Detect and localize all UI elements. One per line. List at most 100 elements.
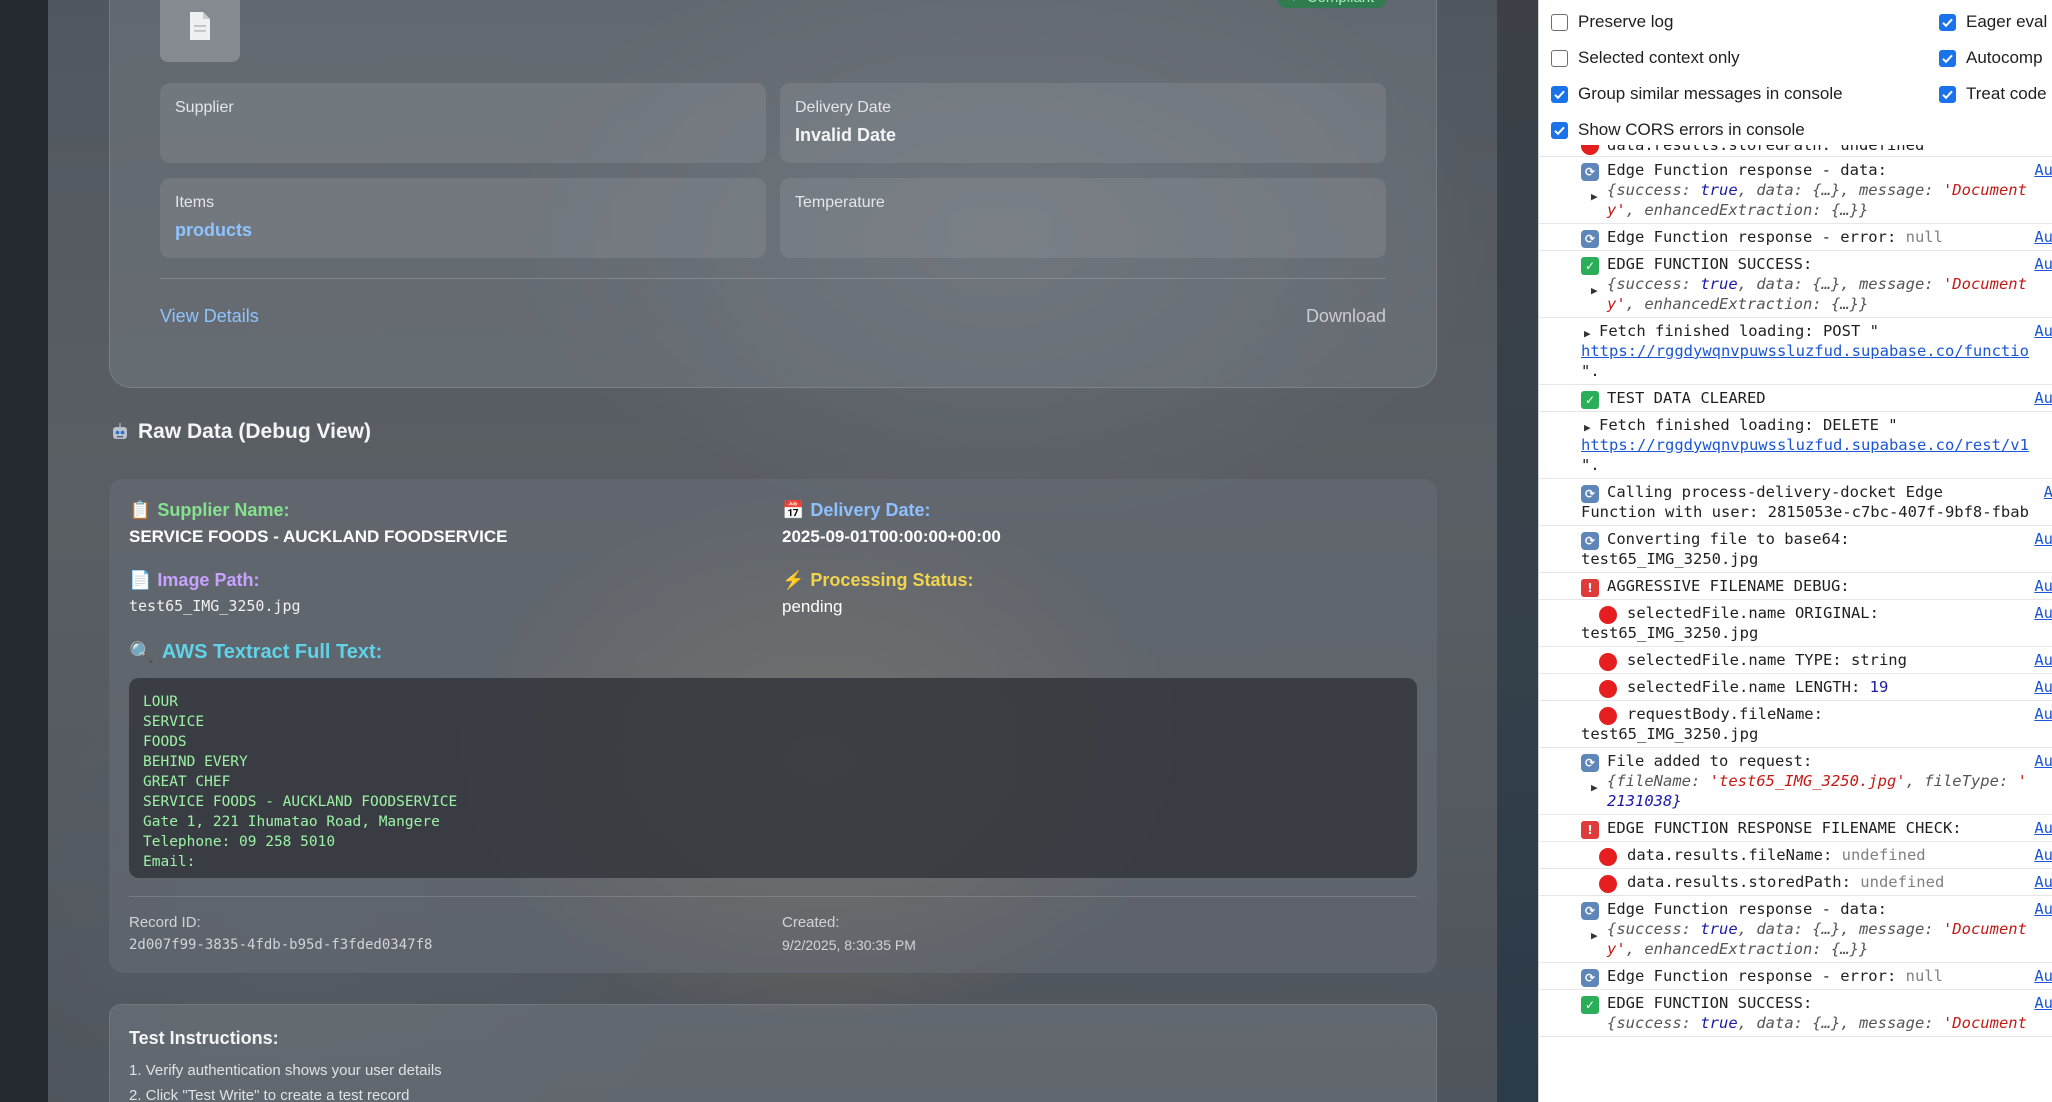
source-link[interactable]: Au <box>2032 254 2052 274</box>
console-message: ⟳ Edge Function response - data: ▶ {succ… <box>1539 157 2052 224</box>
items-field: Items products <box>160 178 766 258</box>
refresh-icon: ⟳ <box>1581 902 1599 920</box>
instructions-title: Test Instructions: <box>129 1028 279 1048</box>
console-message: requestBody.fileName: test65_IMG_3250.jp… <box>1539 701 2052 748</box>
supplier-name-label: Supplier Name: <box>157 500 290 520</box>
expand-arrow-icon[interactable]: ▶ <box>1591 281 1598 301</box>
checkbox-checked[interactable] <box>1551 85 1568 103</box>
preserve-log-checkbox[interactable]: Preserve log <box>1551 12 1673 32</box>
console-message-text: data.results.storedPath: <box>1627 873 1861 891</box>
checkbox-unchecked[interactable] <box>1551 49 1568 67</box>
group-similar-checkbox[interactable]: Group similar messages in console <box>1551 84 1843 104</box>
image-path-block: 📄 Image Path: test65_IMG_3250.jpg <box>129 570 301 615</box>
source-link[interactable]: Au <box>2032 388 2052 408</box>
selected-context-checkbox[interactable]: Selected context only <box>1551 48 1740 68</box>
source-link[interactable]: Au <box>2032 650 2052 670</box>
record-id-value: 2d007f99-3835-4fdb-b95d-f3fded0347f8 <box>129 937 433 953</box>
console-message: ⟳ Edge Function response - error: null A… <box>1539 224 2052 251</box>
supplier-field: Supplier <box>160 83 766 163</box>
source-link[interactable]: Au <box>2032 818 2052 838</box>
image-path-label: Image Path: <box>157 570 260 590</box>
console-message-text: selectedFile.name ORIGINAL: <box>1627 604 1879 622</box>
source-link[interactable]: Au <box>2032 751 2052 771</box>
expand-arrow-icon[interactable]: ▶ <box>1584 324 1591 344</box>
aws-textract-heading: 🔍 AWS Textract Full Text: <box>129 640 382 665</box>
console-message: ⟳ Converting file to base64: test65_IMG_… <box>1539 526 2052 573</box>
checkbox-unchecked[interactable] <box>1551 13 1568 31</box>
selected-context-label: Selected context only <box>1578 48 1740 67</box>
source-link[interactable]: Au <box>2032 321 2052 341</box>
refresh-icon: ⟳ <box>1581 230 1599 248</box>
source-link[interactable]: Au <box>2032 576 2052 596</box>
source-link[interactable]: Au <box>2032 845 2052 865</box>
console-settings: Preserve log Selected context only Group… <box>1539 0 2052 145</box>
group-similar-label: Group similar messages in console <box>1578 84 1843 103</box>
delivery-date-field: Delivery Date Invalid Date <box>780 83 1386 163</box>
console-message: selectedFile.name LENGTH: 19 Au <box>1539 674 2052 701</box>
textract-line: Telephone: 09 258 5010 <box>143 834 336 850</box>
source-link[interactable]: Au <box>2032 529 2052 549</box>
red-circle-icon <box>1599 680 1617 698</box>
textract-text-box[interactable]: LOUR SERVICE FOODS BEHIND EVERY GREAT CH… <box>129 678 1417 878</box>
items-label: Items <box>175 194 215 211</box>
red-circle-icon <box>1599 875 1617 893</box>
refresh-icon: ⟳ <box>1581 485 1599 503</box>
eager-eval-checkbox[interactable]: Eager eval <box>1939 12 2047 32</box>
red-circle-icon <box>1599 606 1617 624</box>
expand-arrow-icon[interactable]: ▶ <box>1584 418 1591 438</box>
download-button[interactable]: Download <box>1280 306 1386 327</box>
view-details-link[interactable]: View Details <box>160 306 259 327</box>
request-url-link[interactable]: https://rggdywqnvpuwssluzfud.supabase.co… <box>1581 341 2052 361</box>
delivery-date-label: Delivery Date <box>795 99 892 116</box>
processing-status-block: ⚡ Processing Status: pending <box>782 570 973 617</box>
supplier-name-value: SERVICE FOODS - AUCKLAND FOODSERVICE <box>129 527 508 546</box>
file-icon: 📄 <box>129 570 152 590</box>
checkbox-checked[interactable] <box>1939 13 1956 31</box>
source-link[interactable]: Au <box>2032 227 2052 247</box>
expand-arrow-icon[interactable]: ▶ <box>1591 187 1598 207</box>
console-message-text: Fetch finished loading: DELETE " <box>1599 416 1898 434</box>
source-link[interactable]: Au <box>2032 899 2052 919</box>
refresh-icon: ⟳ <box>1581 163 1599 181</box>
processing-status-value: pending <box>782 597 843 616</box>
console-message-text: Edge Function response - data: <box>1607 161 1887 179</box>
console-message: ▶ Fetch finished loading: POST " https:/… <box>1539 318 2052 385</box>
check-icon: ✓ <box>1581 257 1599 275</box>
right-edge <box>1497 0 1538 1102</box>
source-link[interactable]: Au <box>2032 603 2052 623</box>
expand-arrow-icon[interactable]: ▶ <box>1591 926 1598 946</box>
expand-arrow-icon[interactable]: ▶ <box>1591 778 1598 798</box>
raw-data-title: Raw Data (Debug View) <box>138 420 371 443</box>
show-cors-checkbox[interactable]: Show CORS errors in console <box>1551 120 1805 140</box>
autocomplete-checkbox[interactable]: Autocomp <box>1939 48 2043 68</box>
source-link[interactable]: Au <box>2032 993 2052 1013</box>
checkbox-checked[interactable] <box>1551 121 1568 139</box>
red-circle-icon <box>1599 707 1617 725</box>
checkbox-checked[interactable] <box>1939 85 1956 103</box>
checkbox-checked[interactable] <box>1939 49 1956 67</box>
delivery-date-raw-value: 2025-09-01T00:00:00+00:00 <box>782 527 1001 546</box>
console-message: selectedFile.name TYPE: string Au <box>1539 647 2052 674</box>
devtools-console: data.results.storedPath: undefined ⟳ Edg… <box>1538 0 2052 1102</box>
source-link[interactable]: Au <box>2032 704 2052 724</box>
source-link[interactable]: A <box>2041 482 2052 502</box>
treat-code-checkbox[interactable]: Treat code <box>1939 84 2047 104</box>
record-id-label: Record ID: <box>129 914 201 931</box>
console-message-text: selectedFile.name LENGTH: <box>1627 678 1870 696</box>
console-message: ⟳ Calling process-delivery-docket Edge F… <box>1539 479 2052 526</box>
temperature-field: Temperature <box>780 178 1386 258</box>
source-link[interactable]: Au <box>2032 677 2052 697</box>
show-cors-label: Show CORS errors in console <box>1578 120 1805 139</box>
request-url-link[interactable]: https://rggdywqnvpuwssluzfud.supabase.co… <box>1581 435 2052 455</box>
console-message-text: EDGE FUNCTION SUCCESS: <box>1607 255 1813 273</box>
source-link[interactable]: Au <box>2032 966 2052 986</box>
console-message-text: File added to request: <box>1607 752 1813 770</box>
textract-line: GREAT CHEF <box>143 774 231 790</box>
processing-status-label: Processing Status: <box>810 570 974 590</box>
console-message-text: EDGE FUNCTION RESPONSE FILENAME CHECK: <box>1607 819 1962 837</box>
textract-line: SERVICE FOODS - AUCKLAND FOODSERVICE <box>143 794 458 810</box>
textract-line: FOODS <box>143 734 187 750</box>
divider <box>160 278 1386 279</box>
source-link[interactable]: Au <box>2032 160 2052 180</box>
source-link[interactable]: Au <box>2032 872 2052 892</box>
